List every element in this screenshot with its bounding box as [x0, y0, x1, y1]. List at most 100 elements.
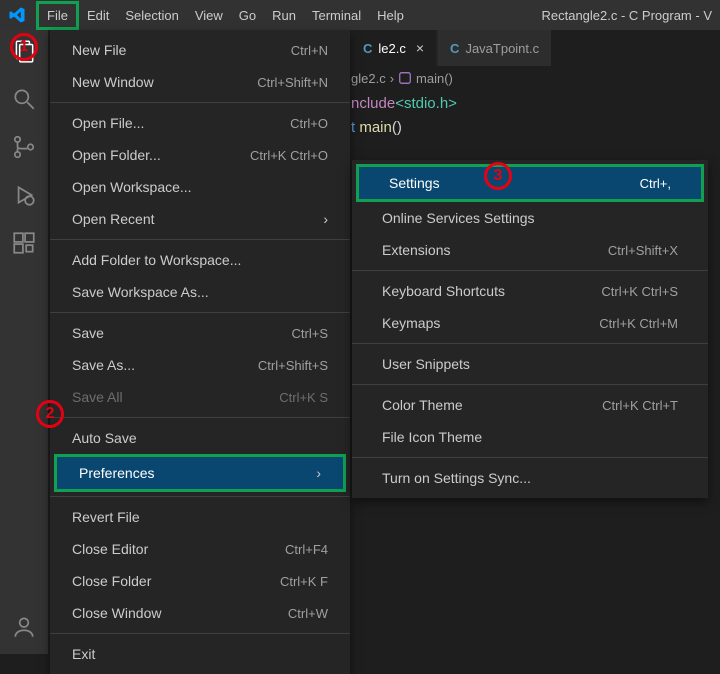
menu-save[interactable]: Save Ctrl+S — [50, 317, 350, 349]
shortcut: Ctrl+, — [640, 176, 671, 191]
submenu-settings-sync[interactable]: Turn on Settings Sync... — [352, 462, 708, 494]
menu-save-all: Save All Ctrl+K S — [50, 381, 350, 413]
search-icon[interactable] — [11, 86, 37, 112]
run-debug-icon[interactable] — [11, 182, 37, 208]
code-token: nclude — [351, 95, 395, 112]
submenu-settings[interactable]: Settings Ctrl+, — [359, 167, 701, 199]
menu-auto-save[interactable]: Auto Save — [50, 422, 350, 454]
menu-terminal[interactable]: Terminal — [304, 4, 369, 27]
label: Exit — [72, 646, 95, 662]
accounts-icon[interactable] — [11, 614, 37, 640]
label: Close Window — [72, 605, 161, 621]
tab-label: le2.c — [378, 41, 405, 56]
menu-edit[interactable]: Edit — [79, 4, 117, 27]
tab-inactive[interactable]: C JavaTpoint.c — [438, 30, 551, 66]
label: Turn on Settings Sync... — [382, 470, 531, 486]
shortcut: Ctrl+S — [292, 326, 328, 341]
submenu-file-icon-theme[interactable]: File Icon Theme — [352, 421, 708, 453]
menu-file[interactable]: File — [36, 1, 79, 30]
shortcut: Ctrl+K Ctrl+O — [250, 148, 328, 163]
separator — [352, 343, 708, 344]
label: Open File... — [72, 115, 144, 131]
tab-label: JavaTpoint.c — [465, 41, 539, 56]
label: Open Recent — [72, 211, 155, 227]
label: Extensions — [382, 242, 450, 258]
editor-tabs: C le2.c × C JavaTpoint.c — [351, 30, 551, 66]
label: Add Folder to Workspace... — [72, 252, 241, 268]
shortcut: Ctrl+O — [290, 116, 328, 131]
label: Save All — [72, 389, 123, 405]
tab-active[interactable]: C le2.c × — [351, 30, 436, 66]
submenu-color-theme[interactable]: Color Theme Ctrl+K Ctrl+T — [352, 389, 708, 421]
menu-open-file[interactable]: Open File... Ctrl+O — [50, 107, 350, 139]
shortcut: Ctrl+K Ctrl+T — [602, 398, 678, 413]
menu-selection[interactable]: Selection — [117, 4, 186, 27]
label: Color Theme — [382, 397, 463, 413]
separator — [50, 417, 350, 418]
label: Save — [72, 325, 104, 341]
menu-close-window[interactable]: Close Window Ctrl+W — [50, 597, 350, 629]
separator — [50, 239, 350, 240]
activity-bar — [0, 30, 48, 654]
code-editor[interactable]: nclude<stdio.h> t main() — [351, 92, 457, 140]
preferences-submenu: SettingsCtrl+, Online Services Settings … — [352, 160, 708, 498]
label: File Icon Theme — [382, 429, 482, 445]
menu-run[interactable]: Run — [264, 4, 304, 27]
shortcut: Ctrl+N — [291, 43, 328, 58]
extensions-icon[interactable] — [11, 230, 37, 256]
shortcut: Ctrl+Shift+N — [257, 75, 328, 90]
annotation-badge-2: 2 — [36, 400, 64, 428]
submenu-keymaps[interactable]: KeymapsCtrl+K Ctrl+M — [352, 307, 708, 339]
separator — [50, 102, 350, 103]
menu-preferences[interactable]: Preferences› — [57, 457, 343, 489]
menu-new-window[interactable]: New WindowCtrl+Shift+N — [50, 66, 350, 98]
window-title: Rectangle2.c - C Program - V — [541, 8, 712, 23]
label: New File — [72, 42, 126, 58]
menu-open-recent[interactable]: Open Recent › — [50, 203, 350, 235]
chevron-right-icon: › — [323, 211, 328, 227]
code-token: <stdio.h> — [395, 95, 457, 112]
menu-help[interactable]: Help — [369, 4, 412, 27]
source-control-icon[interactable] — [11, 134, 37, 160]
menu-close-folder[interactable]: Close Folder Ctrl+K F — [50, 565, 350, 597]
menu-save-as[interactable]: Save As...Ctrl+Shift+S — [50, 349, 350, 381]
vscode-logo-icon — [8, 6, 26, 24]
menu-revert-file[interactable]: Revert File — [50, 501, 350, 533]
menu-view[interactable]: View — [187, 4, 231, 27]
separator — [50, 496, 350, 497]
submenu-online-services[interactable]: Online Services Settings — [352, 202, 708, 234]
shortcut: Ctrl+K F — [280, 574, 328, 589]
shortcut: Ctrl+K Ctrl+M — [599, 316, 678, 331]
breadcrumb[interactable]: gle2.c › main() — [351, 66, 453, 90]
menu-open-workspace[interactable]: Open Workspace... — [50, 171, 350, 203]
separator — [352, 457, 708, 458]
menu-add-folder[interactable]: Add Folder to Workspace... — [50, 244, 350, 276]
close-icon[interactable]: × — [416, 40, 424, 56]
shortcut: Ctrl+Shift+S — [258, 358, 328, 373]
shortcut: Ctrl+F4 — [285, 542, 328, 557]
label: Close Folder — [72, 573, 151, 589]
label: Close Editor — [72, 541, 148, 557]
breadcrumb-symbol: main() — [416, 71, 453, 86]
c-lang-icon: C — [450, 41, 459, 56]
menu-exit[interactable]: Exit — [50, 638, 350, 670]
submenu-extensions[interactable]: ExtensionsCtrl+Shift+X — [352, 234, 708, 266]
menu-save-workspace[interactable]: Save Workspace As... — [50, 276, 350, 308]
menu-go[interactable]: Go — [231, 4, 264, 27]
shortcut: Ctrl+K Ctrl+S — [601, 284, 678, 299]
label: Settings — [389, 175, 440, 191]
label: Auto Save — [72, 430, 137, 446]
c-lang-icon: C — [363, 41, 372, 56]
submenu-user-snippets[interactable]: User Snippets — [352, 348, 708, 380]
label: Keyboard Shortcuts — [382, 283, 505, 299]
shortcut: Ctrl+K S — [279, 390, 328, 405]
annotation-badge-3: 3 — [484, 162, 512, 190]
shortcut: Ctrl+W — [288, 606, 328, 621]
chevron-right-icon: › — [390, 71, 394, 86]
submenu-keyboard-shortcuts[interactable]: Keyboard Shortcuts Ctrl+K Ctrl+S — [352, 275, 708, 307]
menu-new-file[interactable]: New File Ctrl+N — [50, 34, 350, 66]
label: Preferences — [79, 465, 154, 481]
menu-close-editor[interactable]: Close Editor Ctrl+F4 — [50, 533, 350, 565]
breadcrumb-file: gle2.c — [351, 71, 386, 86]
menu-open-folder[interactable]: Open Folder...Ctrl+K Ctrl+O — [50, 139, 350, 171]
